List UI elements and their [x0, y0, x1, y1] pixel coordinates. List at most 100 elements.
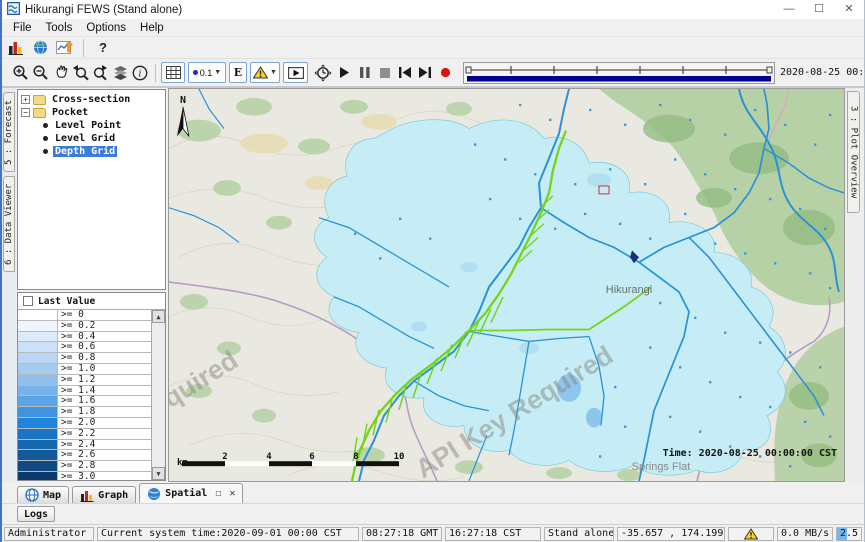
- maximize-button[interactable]: ☐: [804, 0, 834, 19]
- status-memory: 2.5 GB: [836, 527, 862, 541]
- legend-toggle-button[interactable]: E: [229, 62, 247, 83]
- status-coordinates: -35.657 , 174.199: [617, 527, 725, 541]
- tab-map[interactable]: Map: [17, 486, 69, 503]
- play-button[interactable]: [335, 62, 355, 84]
- menu-tools[interactable]: Tools: [39, 22, 80, 34]
- last-value-checkbox[interactable]: [23, 296, 33, 306]
- collapse-icon[interactable]: −: [21, 108, 30, 117]
- tree-item-cross-section[interactable]: + Cross-section: [21, 93, 165, 106]
- stop-button[interactable]: [375, 62, 395, 84]
- legend-row[interactable]: >= 0.2: [18, 321, 151, 332]
- status-warning-cell[interactable]: [728, 527, 774, 541]
- legend-scrollbar[interactable]: ▲ ▼: [151, 310, 165, 480]
- zoom-previous-icon[interactable]: [70, 62, 90, 84]
- folder-icon: [33, 95, 46, 105]
- animation-window-button[interactable]: [283, 62, 308, 83]
- globe-icon[interactable]: [30, 37, 50, 59]
- pause-button[interactable]: [355, 62, 375, 84]
- warnings-dropdown[interactable]: ▼: [250, 62, 280, 83]
- legend-row[interactable]: >= 1.2: [18, 375, 151, 386]
- record-button[interactable]: [435, 62, 455, 84]
- svg-text:i: i: [139, 69, 142, 79]
- zoom-in-icon[interactable]: [10, 62, 30, 84]
- zoom-next-icon[interactable]: [90, 62, 110, 84]
- timeseries-display-icon[interactable]: [54, 37, 74, 59]
- explorer-chart-icon[interactable]: [6, 37, 26, 59]
- status-mode: Stand alone: [544, 527, 614, 541]
- legend-row[interactable]: >= 2.2: [18, 429, 151, 440]
- timeline-datetime: 2020-08-25 00:00:00 CST: [780, 67, 865, 78]
- layers-tree: + Cross-section − Pocket Level Point Lev…: [17, 89, 166, 290]
- bullet-icon: [43, 136, 48, 141]
- left-panel: + Cross-section − Pocket Level Point Lev…: [16, 88, 168, 482]
- tab-graph[interactable]: Graph: [72, 486, 136, 503]
- map-view[interactable]: ;: [168, 88, 845, 482]
- fews-logo-icon: [7, 2, 20, 18]
- classbreaks-dot-icon: [193, 70, 198, 75]
- help-button[interactable]: ?: [93, 37, 113, 59]
- layers-icon[interactable]: [110, 62, 130, 84]
- title-bar: Hikurangi FEWS (Stand alone) — ☐ ✕: [2, 0, 864, 19]
- tab-spatial[interactable]: Spatial ☐ ✕: [139, 483, 243, 503]
- menu-bar: File Tools Options Help: [2, 19, 864, 37]
- scroll-down-icon[interactable]: ▼: [152, 467, 165, 480]
- map-globe-icon: [25, 488, 39, 502]
- tab-maximize-icon[interactable]: ☐: [215, 488, 221, 499]
- menu-options[interactable]: Options: [79, 22, 133, 34]
- tree-item-level-grid[interactable]: Level Grid: [21, 132, 165, 145]
- map-toolbar: i 0.1 ▼ E ▼: [2, 59, 864, 88]
- window-title: Hikurangi FEWS (Stand alone): [25, 4, 769, 16]
- legend-panel: Last Value >= 0 >= 0.2 >= 0.4 >= 0.6 >= …: [17, 292, 166, 481]
- app-window: Hikurangi FEWS (Stand alone) — ☐ ✕ File …: [0, 0, 865, 542]
- logs-button[interactable]: Logs: [17, 506, 55, 522]
- legend-row[interactable]: >= 3.0: [18, 472, 151, 480]
- status-bar: Administrator Current system time:2020-0…: [2, 524, 864, 542]
- minimize-button[interactable]: —: [774, 0, 804, 19]
- status-local-time: 16:27:18 CST: [445, 527, 541, 541]
- legend-rows: >= 0 >= 0.2 >= 0.4 >= 0.6 >= 0.8 >= 1.0 …: [18, 310, 151, 480]
- bottom-tab-bar: Map Graph Spatial ☐ ✕: [2, 482, 864, 503]
- chevron-down-icon: ▼: [270, 69, 277, 76]
- last-value-label: Last Value: [38, 296, 95, 307]
- right-tab-strip: 3 : Plot Overview: [845, 88, 864, 482]
- classbreaks-value: 0.1: [200, 68, 213, 78]
- graph-bars-icon: [80, 489, 94, 502]
- info-icon[interactable]: i: [130, 62, 150, 84]
- tree-item-depth-grid[interactable]: Depth Grid: [21, 145, 165, 158]
- status-user: Administrator: [4, 527, 94, 541]
- place-label-springs-flat: Springs Flat: [632, 461, 691, 473]
- menu-file[interactable]: File: [6, 22, 39, 34]
- grid-display-button[interactable]: [161, 62, 185, 83]
- scroll-up-icon[interactable]: ▲: [152, 310, 165, 323]
- status-gmt-time: 08:27:18 GMT: [362, 527, 442, 541]
- legend-header: Last Value: [18, 293, 165, 309]
- main-toolbar: ?: [2, 37, 864, 59]
- warning-triangle-icon: [253, 66, 268, 79]
- zoom-out-icon[interactable]: [30, 62, 50, 84]
- tab-data-viewer[interactable]: 6 : Data Viewer: [3, 176, 15, 272]
- svg-text:2: 2: [222, 452, 227, 462]
- bullet-icon: [43, 149, 48, 154]
- tree-item-level-point[interactable]: Level Point: [21, 119, 165, 132]
- chevron-down-icon: ▼: [214, 69, 221, 76]
- place-label-hikurangi: Hikurangi: [606, 284, 652, 296]
- time-control-icon[interactable]: [311, 62, 335, 84]
- menu-help[interactable]: Help: [133, 22, 171, 34]
- tree-item-pocket[interactable]: − Pocket: [21, 106, 165, 119]
- pan-hand-icon[interactable]: [50, 62, 70, 84]
- tab-forecast[interactable]: 5 : Forecast: [3, 92, 15, 172]
- timeline-slider[interactable]: [463, 62, 775, 84]
- tab-plot-overview[interactable]: 3 : Plot Overview: [847, 91, 860, 213]
- left-tab-strip: 5 : Forecast 6 : Data Viewer: [2, 88, 16, 482]
- classbreaks-dropdown[interactable]: 0.1 ▼: [188, 62, 226, 83]
- skip-to-start-button[interactable]: [395, 62, 415, 84]
- folder-icon: [33, 108, 46, 118]
- svg-text:4: 4: [266, 452, 271, 462]
- bullet-icon: [43, 123, 48, 128]
- logs-row: Logs: [2, 503, 864, 524]
- close-button[interactable]: ✕: [834, 0, 864, 19]
- skip-to-end-button[interactable]: [415, 62, 435, 84]
- tab-close-icon[interactable]: ✕: [229, 488, 235, 499]
- expand-icon[interactable]: +: [21, 95, 30, 104]
- spatial-globe-icon: [147, 487, 161, 501]
